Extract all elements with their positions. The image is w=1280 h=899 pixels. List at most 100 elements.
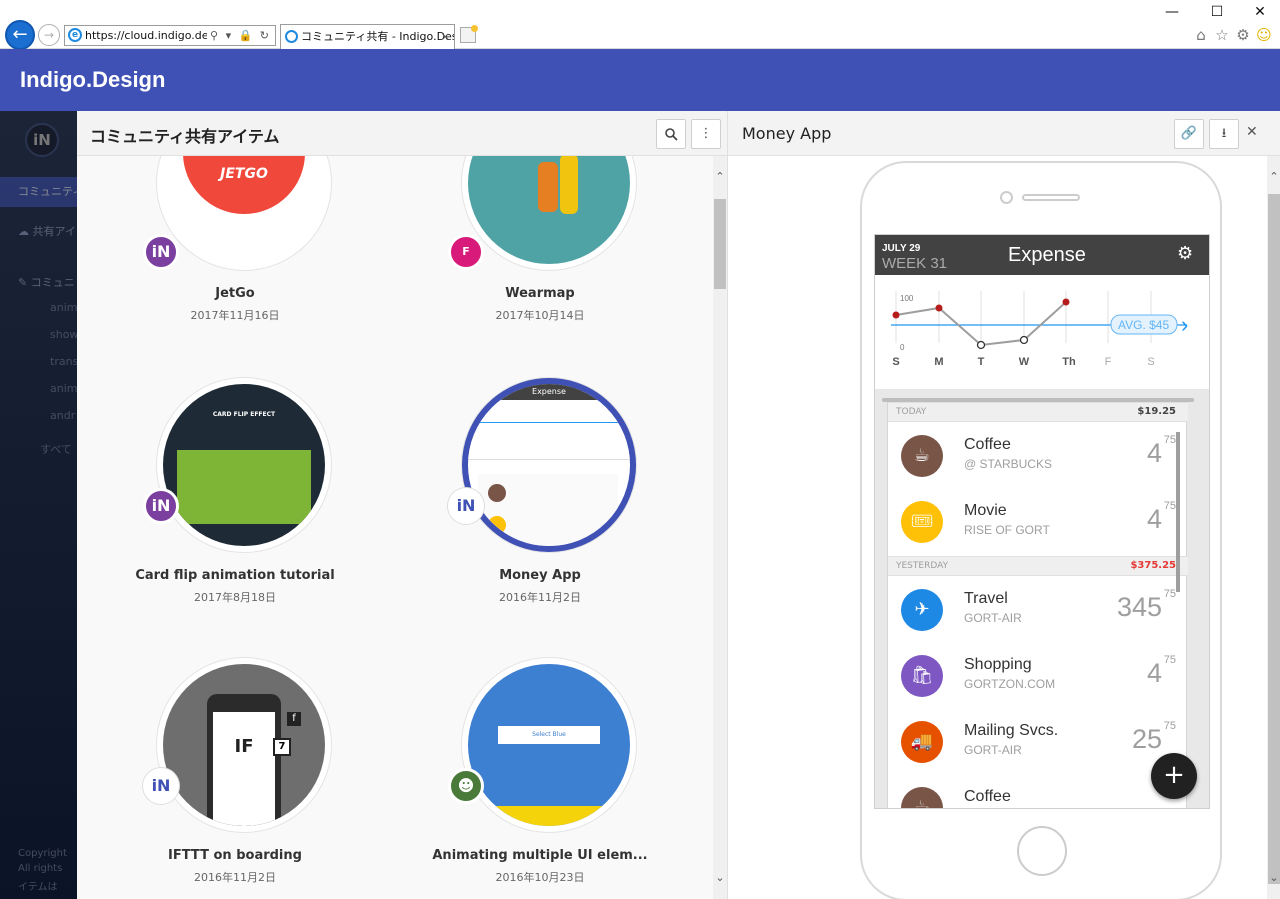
settings-gear-icon[interactable]: ⚙ — [1234, 26, 1252, 44]
close-window-button[interactable]: ✕ — [1245, 4, 1275, 20]
chart-point — [1062, 298, 1070, 306]
item-card-wearmap[interactable]: F Wearmap 2017年10月14日 — [390, 156, 690, 376]
item-name[interactable]: Card flip animation tutorial — [85, 568, 385, 583]
item-name[interactable]: Money App — [390, 568, 690, 583]
item-thumbnail[interactable]: Select Blue — [462, 658, 636, 832]
item-date: 2016年11月2日 — [499, 591, 581, 604]
sidebar-tag-item[interactable]: anim — [50, 382, 77, 395]
author-badge[interactable]: iN — [143, 488, 179, 524]
copy-link-button[interactable]: 🔗 — [1174, 119, 1204, 149]
sidebar-footer-line: All rights — [18, 863, 63, 874]
item-name[interactable]: Wearmap — [390, 286, 690, 301]
sidebar-tag-item[interactable]: anim — [50, 301, 77, 314]
download-button[interactable]: ⭳ — [1209, 119, 1239, 149]
sidebar-item-tags[interactable]: ✎ コミュニ — [18, 274, 77, 290]
item-thumbnail[interactable]: CARD FLIP EFFECT — [157, 378, 331, 552]
item-name[interactable]: Animating multiple UI elem... — [390, 848, 690, 863]
day-label: S — [892, 356, 899, 368]
app-title[interactable]: Indigo.Design — [20, 67, 165, 93]
item-thumbnail-selected[interactable]: Expense — [462, 378, 636, 552]
hiker-figure — [560, 156, 578, 214]
item-card-animating-multiple[interactable]: Select Blue ☻ Animating multiple UI elem… — [390, 658, 690, 899]
expense-cents: 75 — [1163, 500, 1176, 512]
y-tick-bottom: 0 — [900, 343, 905, 352]
browser-tab[interactable]: コミュニティ共有 - Indigo.Desi × — [280, 24, 455, 49]
more-options-button[interactable]: ⋮ — [691, 119, 721, 149]
minimize-button[interactable]: — — [1157, 4, 1187, 20]
sidebar-item-community[interactable]: コミュニティ — [0, 177, 77, 207]
jetgo-logo: JETGO ✈ — [183, 156, 305, 214]
sidebar-item-shared[interactable]: ☁ 共有アイ — [18, 223, 77, 239]
author-avatar[interactable]: ☻ — [448, 768, 484, 804]
item-card-card-flip[interactable]: CARD FLIP EFFECT iN Card flip animation … — [85, 378, 385, 658]
address-bar[interactable]: e https://cloud.indigo.desi ⚲ ▾ 🔒 ↻ — [64, 25, 276, 46]
maximize-button[interactable]: ☐ — [1202, 4, 1232, 20]
item-thumbnail[interactable]: JETGO ✈ — [157, 156, 331, 270]
scroll-down-arrow[interactable]: ⌄ — [713, 871, 727, 884]
item-thumbnail[interactable]: IF f 7 — [157, 658, 331, 832]
expense-amount: 345 — [1116, 592, 1162, 622]
tab-close-icon[interactable]: × — [441, 25, 450, 49]
expense-amount: 4 — [1146, 658, 1162, 688]
community-scrollbar[interactable]: ⌃ ⌄ — [713, 156, 727, 899]
expense-row[interactable]: 🛍 Shopping GORTZON.COM 4 75 — [888, 642, 1178, 708]
truck-icon: 🚚 — [901, 721, 943, 763]
item-name[interactable]: JetGo — [85, 286, 385, 301]
new-tab-button[interactable] — [460, 25, 478, 43]
sidebar-tag-item[interactable]: trans — [50, 355, 77, 368]
section-header-today: TODAY $19.25 — [888, 402, 1188, 422]
expense-row[interactable]: ☕ Coffee — [888, 774, 1178, 808]
search-icon — [664, 128, 678, 141]
item-date: 2016年11月2日 — [194, 871, 276, 884]
expense-list[interactable]: TODAY $19.25 ☕ Coffee @ STARBUCKS 4 75 🎟… — [882, 398, 1194, 808]
community-panel-header: コミュニティ共有アイテム ⋮ — [77, 111, 727, 156]
phone-home-button — [1017, 826, 1067, 876]
preview-title: Money App — [742, 124, 832, 143]
item-card-jetgo[interactable]: JETGO ✈ iN JetGo 2017年11月16日 — [85, 156, 385, 376]
gear-icon[interactable]: ⚙ — [1177, 243, 1193, 264]
address-controls[interactable]: ⚲ ▾ 🔒 ↻ — [207, 26, 271, 45]
item-card-ifttt[interactable]: IF f 7 iN IFTTT on boarding 2016年11月2日 — [85, 658, 385, 899]
search-button[interactable] — [656, 119, 686, 149]
sidebar-tag-item[interactable]: show — [50, 328, 77, 341]
back-button[interactable]: ← — [5, 20, 35, 50]
scroll-up-arrow[interactable]: ⌃ — [713, 170, 727, 183]
expense-name: Shopping — [964, 656, 1032, 673]
scroll-up-arrow[interactable]: ⌃ — [1267, 170, 1280, 183]
expense-row[interactable]: ☕ Coffee @ STARBUCKS 4 75 — [888, 422, 1178, 488]
author-badge[interactable]: iN — [143, 768, 179, 804]
home-icon[interactable]: ⌂ — [1192, 26, 1210, 44]
tab-title: コミュニティ共有 - Indigo.Desi — [301, 30, 455, 43]
expense-row[interactable]: 🎟 Movie RISE OF GORT 4 75 — [888, 488, 1178, 554]
sidebar-all-link[interactable]: すべて — [40, 441, 77, 457]
expense-row[interactable]: 🚚 Mailing Svcs. GORT-AIR 25 75 — [888, 708, 1178, 774]
close-icon[interactable]: ✕ — [1246, 124, 1258, 140]
coffee-icon: ☕ — [901, 787, 943, 808]
preview-scrollbar[interactable]: ⌃ ⌄ — [1267, 156, 1280, 899]
item-thumbnail[interactable] — [462, 156, 636, 270]
browser-toolbar: ← → e https://cloud.indigo.desi ⚲ ▾ 🔒 ↻ … — [0, 0, 1280, 50]
item-date: 2017年8月18日 — [194, 591, 276, 604]
scroll-thumb[interactable] — [1268, 194, 1280, 884]
phone-speaker — [1022, 194, 1080, 201]
expense-row[interactable]: ✈ Travel GORT-AIR 345 75 — [888, 576, 1178, 642]
scroll-thumb[interactable] — [714, 199, 726, 289]
download-icon: ⭳ — [1221, 126, 1227, 141]
item-name[interactable]: IFTTT on boarding — [85, 848, 385, 863]
author-badge[interactable]: iN — [143, 234, 179, 270]
expense-date: JULY 29 — [882, 243, 921, 254]
author-badge[interactable]: F — [448, 234, 484, 270]
add-expense-button[interactable]: + — [1151, 753, 1197, 799]
item-card-money-app[interactable]: Expense iN Money App 2016年11月2日 — [390, 378, 690, 658]
forward-button[interactable]: → — [38, 24, 60, 46]
sidebar-tag-item[interactable]: andr — [50, 409, 77, 422]
smiley-feedback-icon[interactable]: ☺ — [1255, 26, 1273, 44]
author-badge[interactable]: iN — [448, 488, 484, 524]
expense-amount: 4 — [1146, 504, 1162, 534]
sidebar-logo[interactable]: iN — [25, 123, 59, 157]
favorites-star-icon[interactable]: ☆ — [1213, 26, 1231, 44]
expense-merchant: RISE OF GORT — [964, 523, 1050, 537]
list-scrollbar[interactable] — [1176, 432, 1180, 592]
preview-header: Money App 🔗 ⭳ ✕ — [728, 111, 1280, 156]
scroll-down-arrow[interactable]: ⌄ — [1267, 871, 1280, 884]
